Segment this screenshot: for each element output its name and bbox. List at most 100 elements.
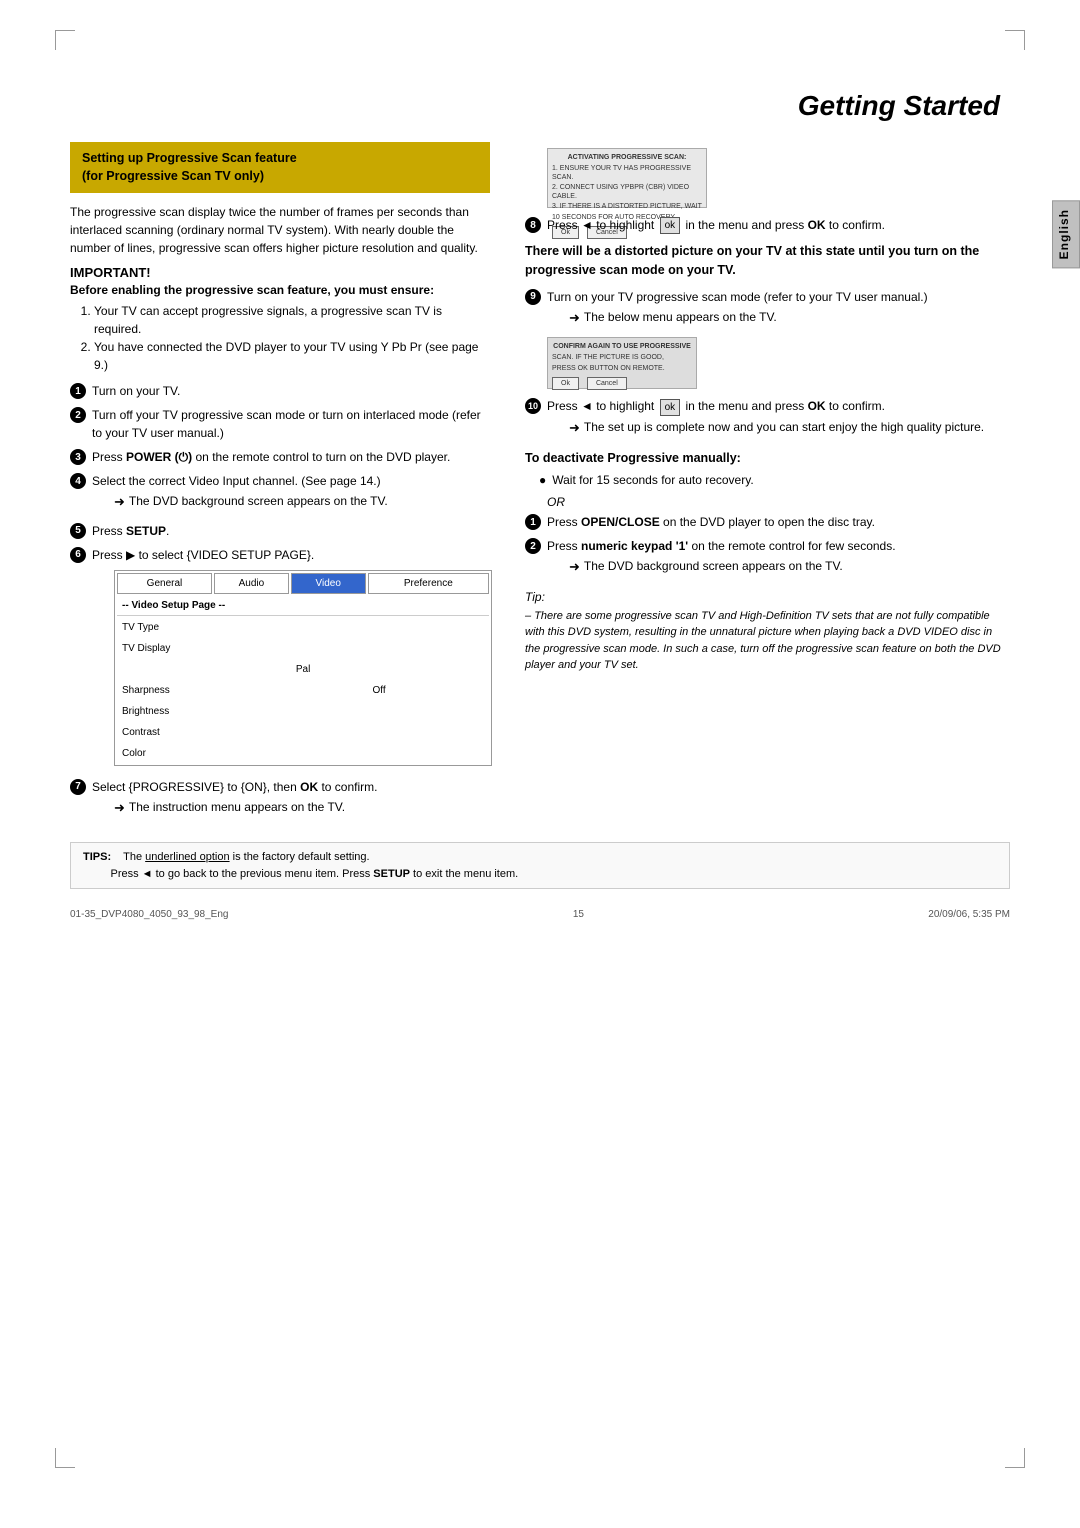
corner-mark-br — [1005, 1448, 1025, 1468]
table-row: Color — [117, 744, 489, 763]
step-7-content: Select {PROGRESSIVE} to {ON}, then OK to… — [92, 778, 490, 822]
step-2: 2 Turn off your TV progressive scan mode… — [70, 406, 490, 442]
tip-label: Tip: — [525, 590, 545, 604]
important-label: IMPORTANT! — [70, 265, 490, 280]
step-1-text: Turn on your TV. — [92, 382, 490, 400]
table-row: Contrast — [117, 723, 489, 742]
footer-center: 15 — [573, 909, 584, 920]
deactivate-step-1: 1 Press OPEN/CLOSE on the DVD player to … — [525, 513, 1010, 531]
step-4-text: Select the correct Video Input channel. … — [92, 474, 381, 488]
list-item: You have connected the DVD player to you… — [94, 338, 490, 374]
arrow-icon: ➜ — [569, 308, 580, 328]
screen-image-1: ACTIVATING PROGRESSIVE SCAN: 1. ENSURE Y… — [547, 148, 707, 208]
feature-box: Setting up Progressive Scan feature (for… — [70, 142, 490, 193]
step-10-text: Press ◄ to highlight ok in the menu and … — [547, 399, 885, 413]
before-text: Before enabling the progressive scan fea… — [70, 283, 490, 297]
step-4-arrow: ➜ The DVD background screen appears on t… — [114, 492, 490, 512]
tip-text: – There are some progressive scan TV and… — [525, 608, 1010, 674]
screen2-cancel-btn: Cancel — [587, 377, 627, 390]
distorted-notice: There will be a distorted picture on you… — [525, 242, 1010, 280]
or-text: OR — [547, 495, 1010, 509]
arrow-icon: ➜ — [569, 418, 580, 438]
right-column: ACTIVATING PROGRESSIVE SCAN: 1. ENSURE Y… — [510, 142, 1010, 827]
ok-inline-box-2: ok — [660, 399, 681, 416]
step-num-8: 8 — [525, 217, 541, 233]
step-num-1: 1 — [70, 383, 86, 399]
step-8: 8 Press ◄ to highlight ok in the menu an… — [525, 216, 1010, 234]
step-10-content: Press ◄ to highlight ok in the menu and … — [547, 397, 1010, 441]
deactivate-step-num-2: 2 — [525, 538, 541, 554]
table-row: TV Type — [117, 618, 489, 637]
deactivate-step-2-arrow: ➜ The DVD background screen appears on t… — [569, 557, 1010, 577]
deactivate-step-2-text: Press numeric keypad '1' on the remote c… — [547, 539, 896, 553]
step-7-arrow: ➜ The instruction menu appears on the TV… — [114, 798, 490, 818]
page-title: Getting Started — [0, 40, 1080, 142]
deactivate-step-num-1: 1 — [525, 514, 541, 530]
corner-mark-bl — [55, 1448, 75, 1468]
step-num-6: 6 — [70, 547, 86, 563]
tab-general: General — [117, 573, 212, 594]
tips-label: TIPS: — [83, 851, 111, 863]
deactivate-step-2: 2 Press numeric keypad '1' on the remote… — [525, 537, 1010, 581]
feature-box-title: Setting up Progressive Scan feature (for… — [82, 150, 478, 185]
deactivate-bullet1: ● Wait for 15 seconds for auto recovery. — [539, 471, 1010, 489]
step-2-text: Turn off your TV progressive scan mode o… — [92, 406, 490, 442]
screen2-ok-btn: Ok — [552, 377, 579, 390]
step-8-text: Press ◄ to highlight ok in the menu and … — [547, 218, 885, 232]
list-item: Your TV can accept progressive signals, … — [94, 302, 490, 338]
step-3-text: Press POWER (⏻) on the remote control to… — [92, 448, 490, 466]
table-row: Brightness — [117, 702, 489, 721]
step-10-arrow: ➜ The set up is complete now and you can… — [569, 418, 1010, 438]
tips-box: TIPS: The underlined option is the facto… — [70, 842, 1010, 889]
tip-section: Tip: – There are some progressive scan T… — [525, 589, 1010, 674]
table-header-row: -- Video Setup Page -- — [117, 596, 489, 616]
ok-inline-box: ok — [660, 217, 681, 234]
step-num-7: 7 — [70, 779, 86, 795]
step-9-arrow: ➜ The below menu appears on the TV. — [569, 308, 1010, 328]
step-10: 10 Press ◄ to highlight ok in the menu a… — [525, 397, 1010, 441]
deactivate-wait-text: Wait for 15 seconds for auto recovery. — [552, 471, 753, 489]
content-area: Setting up Progressive Scan feature (for… — [0, 142, 1080, 827]
step-num-4: 4 — [70, 473, 86, 489]
step-4-content: Select the correct Video Input channel. … — [92, 472, 490, 516]
step-7-text: Select {PROGRESSIVE} to {ON}, then OK to… — [92, 780, 377, 794]
corner-mark-tr — [1005, 30, 1025, 50]
deactivate-step-2-content: Press numeric keypad '1' on the remote c… — [547, 537, 1010, 581]
step-num-9: 9 — [525, 289, 541, 305]
step-5: 5 Press SETUP. — [70, 522, 490, 540]
table-row: SharpnessOff — [117, 681, 489, 700]
step-8-content: Press ◄ to highlight ok in the menu and … — [547, 216, 1010, 234]
step-num-3: 3 — [70, 449, 86, 465]
arrow-icon: ➜ — [114, 798, 125, 818]
page-footer: 01-35_DVP4080_4050_93_98_Eng 15 20/09/06… — [0, 899, 1080, 930]
step-9-text: Turn on your TV progressive scan mode (r… — [547, 290, 928, 304]
step-9-content: Turn on your TV progressive scan mode (r… — [547, 288, 1010, 332]
footer-left: 01-35_DVP4080_4050_93_98_Eng — [70, 909, 228, 920]
step-num-2: 2 — [70, 407, 86, 423]
step-7: 7 Select {PROGRESSIVE} to {ON}, then OK … — [70, 778, 490, 822]
tips-text1: The underlined option is the factory def… — [123, 851, 369, 863]
step-num-10: 10 — [525, 398, 541, 414]
step-6: 6 Press ▶ to select {VIDEO SETUP PAGE}. … — [70, 546, 490, 772]
page-container: English Getting Started Setting up Progr… — [0, 0, 1080, 1528]
tab-preference: Preference — [368, 573, 490, 594]
tips-text2: Press ◄ to go back to the previous menu … — [83, 868, 518, 880]
tab-video: Video — [291, 573, 366, 594]
tab-audio: Audio — [214, 573, 289, 594]
table-row: Pal — [117, 660, 489, 679]
step-4: 4 Select the correct Video Input channel… — [70, 472, 490, 516]
arrow-icon: ➜ — [569, 557, 580, 577]
corner-mark-tl — [55, 30, 75, 50]
left-column: Setting up Progressive Scan feature (for… — [70, 142, 490, 827]
setup-table: General Audio Video Preference -- Video … — [114, 570, 492, 766]
step-1: 1 Turn on your TV. — [70, 382, 490, 400]
screen-image-2: CONFIRM AGAIN TO USE PROGRESSIVE SCAN. I… — [547, 337, 697, 389]
bullet-dot: ● — [539, 471, 546, 489]
important-list: Your TV can accept progressive signals, … — [82, 302, 490, 374]
deactivate-heading: To deactivate Progressive manually: — [525, 451, 1010, 465]
deactivate-step-1-text: Press OPEN/CLOSE on the DVD player to op… — [547, 515, 875, 529]
step-9: 9 Turn on your TV progressive scan mode … — [525, 288, 1010, 332]
step-5-text: Press SETUP. — [92, 522, 490, 540]
language-tab: English — [1052, 200, 1080, 268]
step-num-5: 5 — [70, 523, 86, 539]
